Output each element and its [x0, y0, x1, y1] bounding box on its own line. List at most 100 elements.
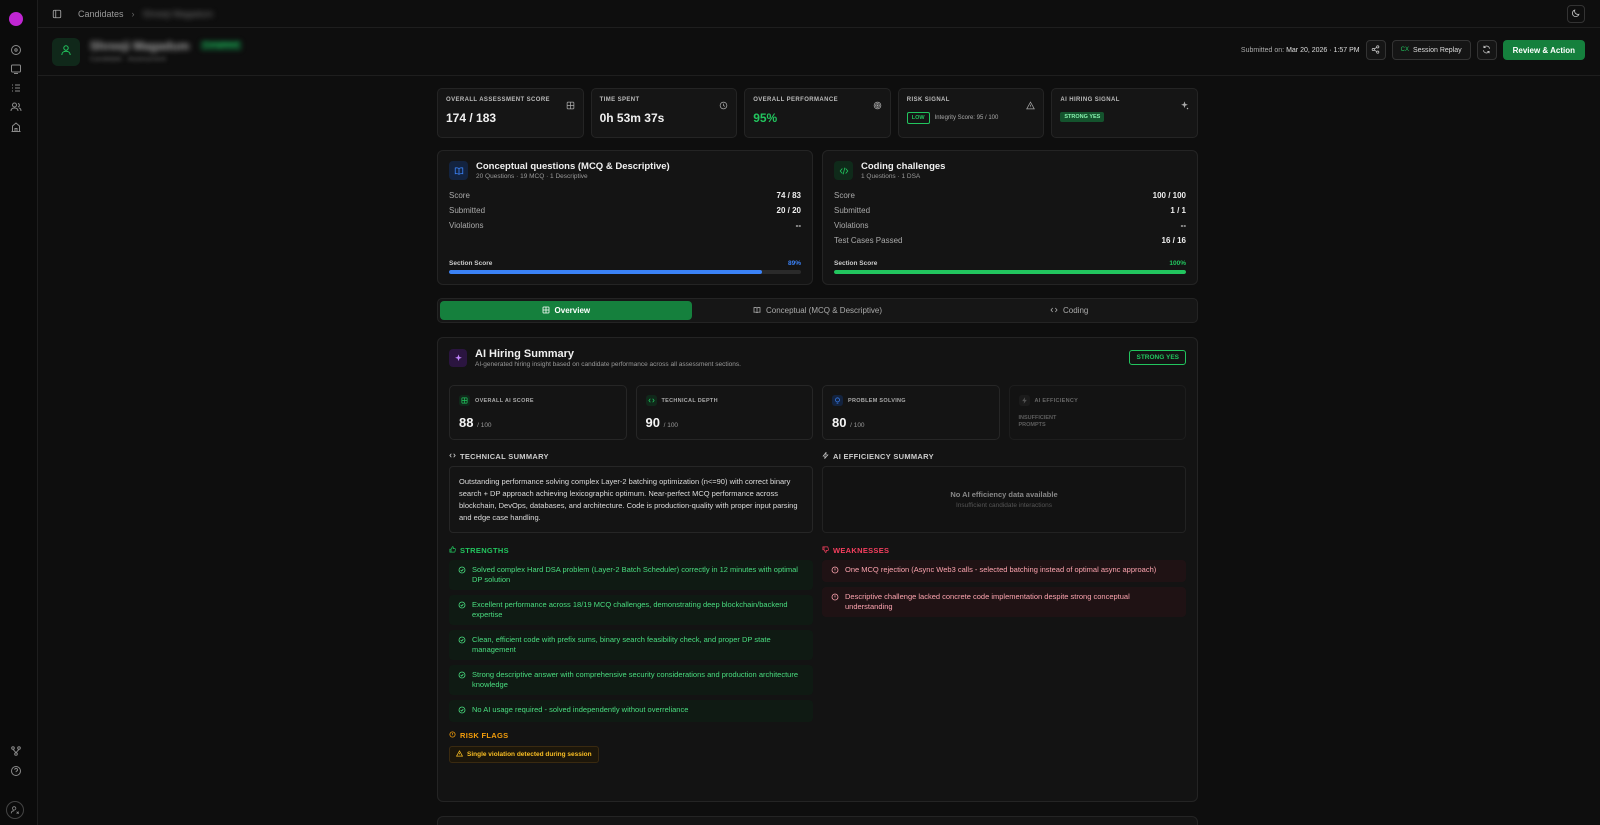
ai-metric-problem-solving: Problem Solving 80 / 100 [822, 385, 1000, 440]
theme-toggle-button[interactable] [1567, 5, 1585, 23]
ai-metric-note: Insufficient Prompts [1018, 415, 1057, 428]
section-rows: Score 74 / 83 Submitted 20 / 20 Violations… [449, 188, 801, 233]
lightning-icon [822, 451, 829, 461]
assessments-icon[interactable] [10, 63, 22, 75]
sparkle-icon [449, 349, 467, 367]
integrations-icon[interactable] [10, 745, 22, 757]
weakness-text: One MCQ rejection (Async Web3 calls - se… [845, 565, 1157, 574]
metric-value: 95% [753, 111, 778, 125]
metric-value: 174 / 183 [446, 111, 497, 125]
warning-icon [1026, 97, 1036, 115]
session-replay-button[interactable]: CX Session Replay [1391, 40, 1471, 60]
summary-title: AI Hiring Summary [475, 348, 575, 360]
section-row: Test Cases Passed 16 / 16 [834, 233, 1186, 248]
strength-item: Solved complex Hard DSA problem (Layer-2… [449, 560, 813, 590]
weaknesses-heading: Weaknesses [822, 546, 1186, 555]
efficiency-empty-state: No AI efficiency data available Insuffic… [822, 466, 1186, 533]
section-title: Conceptual questions (MCQ & Descriptive) [476, 161, 670, 172]
dashboard-icon[interactable] [10, 44, 22, 56]
ai-metric-header: Overall AI Score [459, 395, 617, 406]
weaknesses-column: Weaknesses One MCQ rejection (Async Web3… [822, 546, 1186, 763]
brand-logo[interactable] [9, 12, 23, 26]
header-actions: Submitted on: Mar 20, 2026 · 1:57 PM CX S… [1241, 40, 1585, 60]
code-icon [645, 395, 657, 406]
section-score-bar [834, 270, 1186, 274]
row-value: 74 / 83 [776, 191, 801, 200]
metric-overall-score: Overall Assessment Score 174 / 183 [437, 88, 584, 138]
strengths-heading: Strengths [449, 546, 813, 555]
tab-conceptual[interactable]: Conceptual (MCQ & Descriptive) [692, 301, 944, 320]
section-row: Score 100 / 100 [834, 188, 1186, 203]
weakness-text: Descriptive challenge lacked concrete co… [845, 592, 1130, 611]
integrity-score: Integrity Score: 95 / 100 [934, 115, 999, 121]
section-score-label: Section Score 100% [834, 260, 1186, 267]
candidates-icon[interactable] [10, 101, 22, 113]
user-icon [60, 43, 72, 61]
section-row: Violations -- [449, 218, 801, 233]
risk-row: LOW Integrity Score: 95 / 100 [906, 112, 1036, 124]
metric-label: AI Hiring Signal [1060, 97, 1120, 103]
weakness-item: Descriptive challenge lacked concrete co… [822, 587, 1186, 617]
strengths-weaknesses: Strengths Solved complex Hard DSA proble… [449, 546, 1186, 763]
row-value: -- [795, 221, 801, 230]
metrics-row: Overall Assessment Score 174 / 183 Time … [437, 88, 1198, 138]
row-label: Violations [449, 221, 484, 230]
tab-coding[interactable]: Coding [943, 301, 1195, 320]
code-icon [1050, 306, 1058, 316]
tab-overview[interactable]: Overview [440, 301, 692, 320]
share-button[interactable] [1365, 40, 1386, 60]
section-conceptual[interactable]: Conceptual questions (MCQ & Descriptive)… [437, 150, 813, 285]
row-label: Violations [834, 221, 869, 230]
strength-item: Excellent performance across 18/19 MCQ c… [449, 595, 813, 625]
ai-metric-label: Technical Depth [661, 397, 718, 404]
user-avatar[interactable] [6, 801, 24, 819]
strength-item: Strong descriptive answer with comprehen… [449, 665, 813, 695]
tab-bar: Overview Conceptual (MCQ & Descriptive) … [437, 298, 1198, 323]
ai-metric-overall: Overall AI Score 88 / 100 [449, 385, 627, 440]
section-score-fill [834, 270, 1186, 274]
row-value: 20 / 20 [776, 206, 801, 215]
row-value: -- [1180, 221, 1186, 230]
metric-risk-signal: Risk Signal LOW Integrity Score: 95 / 100 [897, 88, 1045, 138]
book-icon [449, 161, 468, 180]
metric-value: 0h 53m 37s [599, 111, 665, 125]
organization-icon[interactable] [10, 121, 22, 133]
ai-metric-header: Problem Solving [832, 395, 990, 406]
candidate-header: Shreeji Magadum Completed Candidate · As… [38, 28, 1600, 76]
weaknesses-list: One MCQ rejection (Async Web3 calls - se… [822, 560, 1186, 617]
summary-subtitle: AI-generated hiring insight based on can… [475, 361, 741, 368]
sidebar [0, 0, 38, 825]
help-icon[interactable] [10, 765, 22, 777]
section-coding[interactable]: Coding challenges 1 Questions · 1 DSA Sc… [822, 150, 1198, 285]
sidebar-toggle-icon[interactable] [52, 9, 62, 19]
ai-metric-technical-depth: Technical Depth 90 / 100 [635, 385, 813, 440]
ai-metric-value: 88 [459, 415, 474, 430]
heading-text: Technical Summary [460, 452, 549, 461]
refresh-button[interactable] [1476, 40, 1497, 60]
review-action-button[interactable]: Review & Action [1502, 40, 1585, 60]
sparkle-icon [1180, 97, 1189, 115]
bar-percent: 100% [1169, 260, 1186, 267]
next-section-card [437, 816, 1198, 825]
top-bar: Candidates › Shreeji Magadum [38, 0, 1600, 28]
hiring-row: STRONG YES [1060, 112, 1189, 122]
breadcrumb-separator-icon: › [131, 8, 135, 19]
candidate-name: Shreeji Magadum [90, 39, 190, 53]
ai-metrics-row: Overall AI Score 88 / 100 Technical Dept… [449, 385, 1186, 440]
strength-text: Clean, efficient code with prefix sums, … [472, 635, 771, 654]
alert-circle-icon [831, 593, 839, 612]
section-header: Coding challenges 1 Questions · 1 DSA [834, 161, 1186, 180]
book-icon [753, 306, 761, 316]
section-row: Submitted 20 / 20 [449, 203, 801, 218]
section-row: Submitted 1 / 1 [834, 203, 1186, 218]
grid-icon [459, 395, 470, 406]
row-label: Submitted [834, 206, 871, 215]
risk-flags-heading: Risk Flags [449, 731, 813, 740]
thumbs-down-icon [822, 546, 829, 555]
metric-label: Overall Performance [753, 97, 839, 103]
metric-overall-performance: Overall Performance 95% [744, 88, 891, 138]
tasks-icon[interactable] [10, 82, 22, 94]
breadcrumb-candidates[interactable]: Candidates [78, 9, 124, 19]
row-label: Score [834, 191, 855, 200]
efficiency-summary-column: AI Efficiency Summary No AI efficiency d… [822, 451, 1186, 533]
